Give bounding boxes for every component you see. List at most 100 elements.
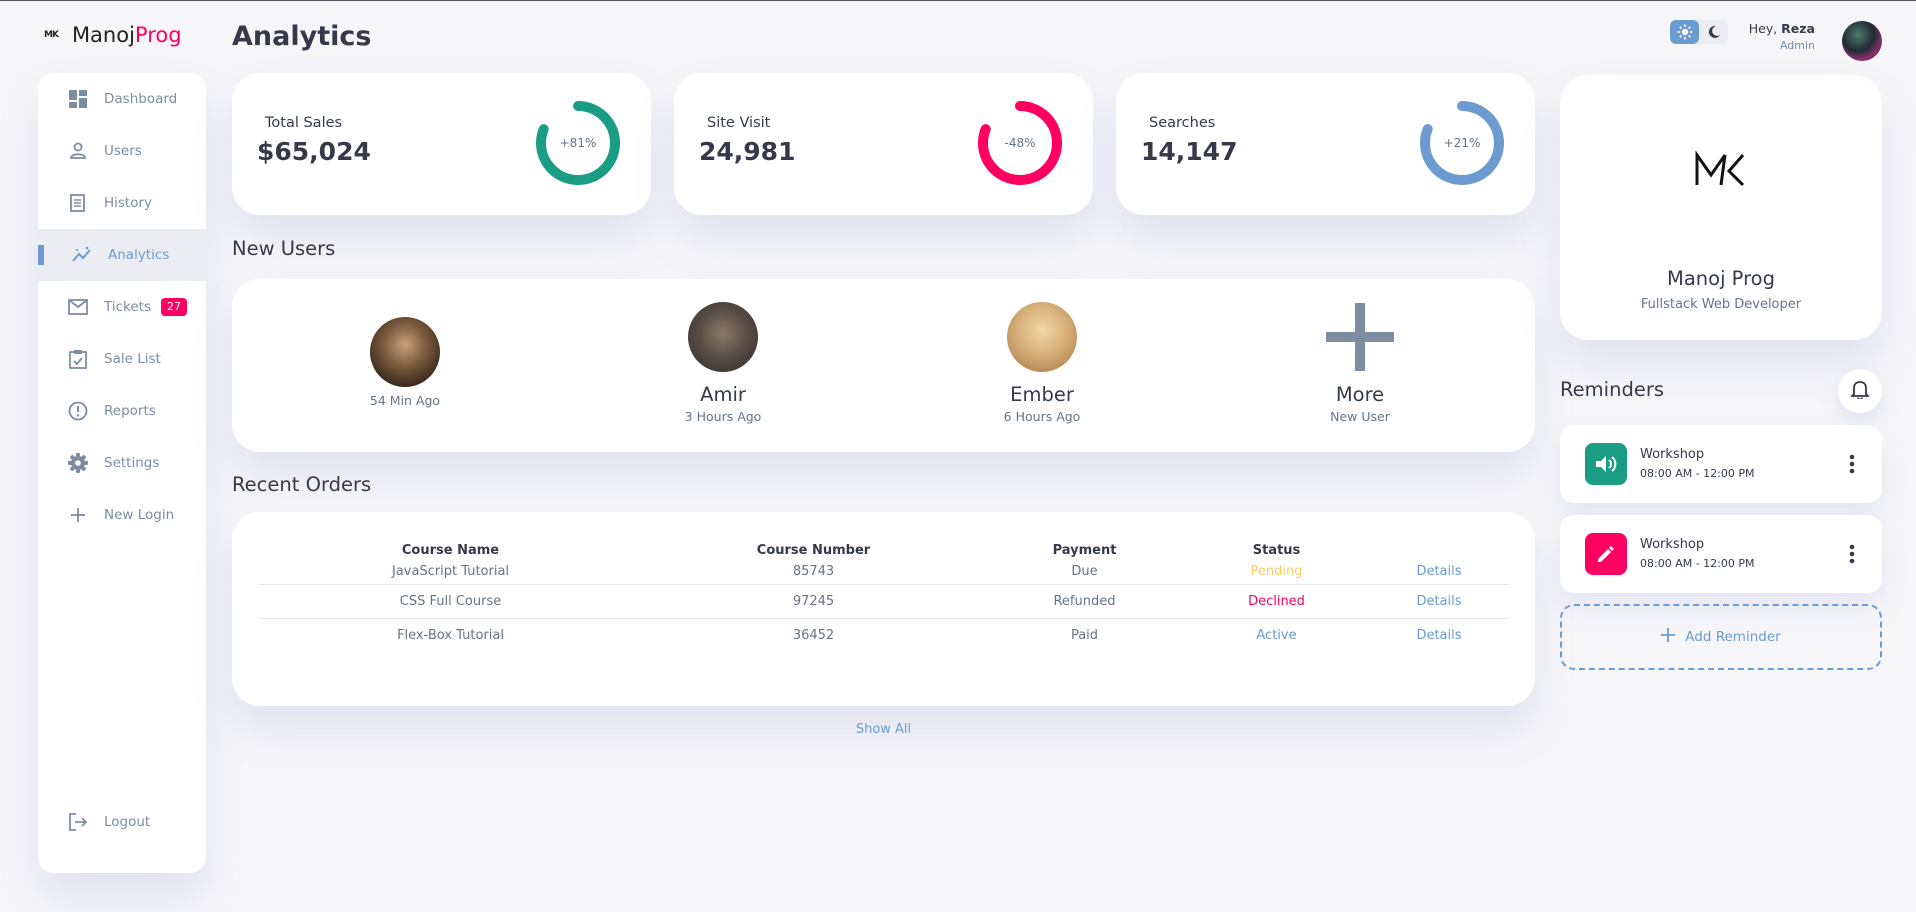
stat-value: $65,024 bbox=[257, 137, 371, 166]
theme-toggle[interactable] bbox=[1670, 20, 1728, 44]
plus-icon bbox=[1661, 628, 1676, 646]
recent-orders-card: Course Name Course Number Payment Status… bbox=[232, 512, 1535, 706]
sidebar-item-logout[interactable]: Logout bbox=[38, 796, 206, 848]
sidebar-item-label: History bbox=[104, 195, 153, 211]
reminder-item[interactable]: Workshop 08:00 AM - 12:00 PM bbox=[1560, 425, 1882, 503]
user-item[interactable]: 54 Min Ago bbox=[305, 279, 505, 452]
sidebar-item-users[interactable]: Users bbox=[38, 125, 206, 177]
profile-role: Fullstack Web Developer bbox=[1640, 297, 1802, 312]
sidebar-item-label: Tickets bbox=[104, 299, 151, 315]
avatar[interactable] bbox=[1842, 21, 1882, 61]
sidebar-item-label: Settings bbox=[104, 455, 160, 471]
reminder-title: Workshop bbox=[1640, 447, 1705, 462]
dashboard-icon bbox=[68, 89, 88, 109]
reminders-title: Reminders bbox=[1560, 378, 1664, 401]
profile-card: MK Manoj Prog Fullstack Web Developer bbox=[1560, 75, 1882, 340]
stat-value: 14,147 bbox=[1141, 137, 1238, 166]
user-time: 3 Hours Ago bbox=[684, 409, 762, 424]
stat-label: Site Visit bbox=[707, 115, 771, 131]
orders-table: Course Name Course Number Payment Status… bbox=[259, 536, 1509, 652]
more-vert-icon[interactable] bbox=[1840, 450, 1864, 478]
profile-logo: MK bbox=[1695, 150, 1745, 191]
user-name: Reza bbox=[1781, 21, 1815, 36]
notifications-button[interactable] bbox=[1838, 369, 1882, 413]
sidebar-item-reports[interactable]: Reports bbox=[38, 385, 206, 437]
course-name: CSS Full Course bbox=[259, 584, 642, 619]
sun-icon[interactable] bbox=[1670, 20, 1699, 44]
user-name: Amir bbox=[700, 383, 746, 406]
edit-icon bbox=[1585, 533, 1627, 575]
stat-percentage: +81% bbox=[559, 136, 597, 150]
moon-icon[interactable] bbox=[1699, 20, 1728, 44]
person-icon bbox=[68, 141, 88, 161]
more-users-item[interactable]: More New User bbox=[1260, 279, 1460, 452]
bell-icon bbox=[1849, 379, 1871, 403]
user-time: 54 Min Ago bbox=[369, 393, 441, 408]
details-link[interactable]: Details bbox=[1369, 584, 1509, 619]
sidebar-item-analytics[interactable]: Analytics bbox=[38, 229, 206, 281]
profile-name: Manoj Prog bbox=[1667, 267, 1775, 290]
status: Active bbox=[1256, 627, 1297, 643]
volume-icon bbox=[1585, 443, 1627, 485]
logout-icon bbox=[68, 812, 88, 832]
user-time: 6 Hours Ago bbox=[1003, 409, 1081, 424]
sidebar-item-label: Dashboard bbox=[104, 91, 178, 107]
sidebar-item-tickets[interactable]: Tickets 27 bbox=[38, 281, 206, 333]
reminder-title: Workshop bbox=[1640, 537, 1705, 552]
sidebar-item-settings[interactable]: Settings bbox=[38, 437, 206, 489]
details-link[interactable]: Details bbox=[1369, 560, 1509, 585]
table-header-row: Course Name Course Number Payment Status bbox=[259, 536, 1509, 560]
sidebar-item-label: Reports bbox=[104, 403, 156, 419]
sidebar-item-new-login[interactable]: New Login bbox=[38, 489, 206, 541]
insights-icon bbox=[72, 245, 92, 265]
brand-name-main: Manoj bbox=[71, 23, 135, 47]
reminder-item[interactable]: Workshop 08:00 AM - 12:00 PM bbox=[1560, 515, 1882, 593]
stat-label: Total Sales bbox=[265, 115, 343, 131]
show-all-link[interactable]: Show All bbox=[232, 722, 1535, 737]
user-name: Ember bbox=[1010, 383, 1074, 406]
clipboard-check-icon bbox=[68, 349, 88, 369]
column-header: Course Name bbox=[401, 542, 500, 558]
gear-icon bbox=[68, 453, 88, 473]
plus-icon bbox=[68, 505, 88, 525]
user-name: More bbox=[1335, 383, 1385, 406]
column-header: Course Number bbox=[756, 542, 871, 558]
reminder-time: 08:00 AM - 12:00 PM bbox=[1640, 467, 1755, 480]
reminder-time: 08:00 AM - 12:00 PM bbox=[1640, 557, 1755, 570]
table-row: CSS Full Course 97245 Refunded Declined … bbox=[259, 584, 1509, 619]
user-time: New User bbox=[1330, 409, 1390, 424]
stat-card-site-visit: Site Visit 24,981 -48% bbox=[674, 73, 1093, 215]
payment: Refunded bbox=[985, 584, 1184, 619]
user-item[interactable]: Ember 6 Hours Ago bbox=[942, 279, 1142, 452]
stat-card-total-sales: Total Sales $65,024 +81% bbox=[232, 73, 651, 215]
course-name: Flex-Box Tutorial bbox=[397, 627, 504, 643]
course-number: 85743 bbox=[642, 560, 985, 585]
new-users-card: 54 Min Ago Amir 3 Hours Ago Ember 6 Hour… bbox=[232, 279, 1535, 452]
add-reminder-button[interactable]: Add Reminder bbox=[1560, 604, 1882, 670]
add-reminder-label: Add Reminder bbox=[1685, 629, 1781, 645]
sidebar-item-label: Sale List bbox=[104, 351, 161, 367]
user-item[interactable]: Amir 3 Hours Ago bbox=[623, 279, 823, 452]
new-users-title: New Users bbox=[232, 237, 336, 260]
sidebar-item-label: Analytics bbox=[108, 247, 170, 263]
report-icon bbox=[68, 401, 88, 421]
add-icon bbox=[1325, 302, 1395, 372]
user-role: Admin bbox=[1779, 39, 1815, 52]
sidebar-item-sale-list[interactable]: Sale List bbox=[38, 333, 206, 385]
stat-value: 24,981 bbox=[699, 137, 796, 166]
brand: MK ManojProg bbox=[44, 23, 182, 47]
brand-name-accent: Prog bbox=[134, 23, 182, 47]
sidebar-item-dashboard[interactable]: Dashboard bbox=[38, 73, 206, 125]
tickets-count-badge: 27 bbox=[160, 298, 187, 316]
user-avatar bbox=[370, 317, 440, 387]
mail-icon bbox=[68, 297, 88, 317]
more-vert-icon[interactable] bbox=[1840, 540, 1864, 568]
details-link[interactable]: Details bbox=[1369, 618, 1509, 652]
stat-label: Searches bbox=[1149, 115, 1216, 131]
status: Pending bbox=[1184, 560, 1369, 585]
sidebar-item-history[interactable]: History bbox=[38, 177, 206, 229]
payment: Due bbox=[985, 560, 1184, 585]
greeting-text: Hey, bbox=[1748, 21, 1782, 36]
stat-card-searches: Searches 14,147 +21% bbox=[1116, 73, 1535, 215]
status: Declined bbox=[1184, 584, 1369, 619]
